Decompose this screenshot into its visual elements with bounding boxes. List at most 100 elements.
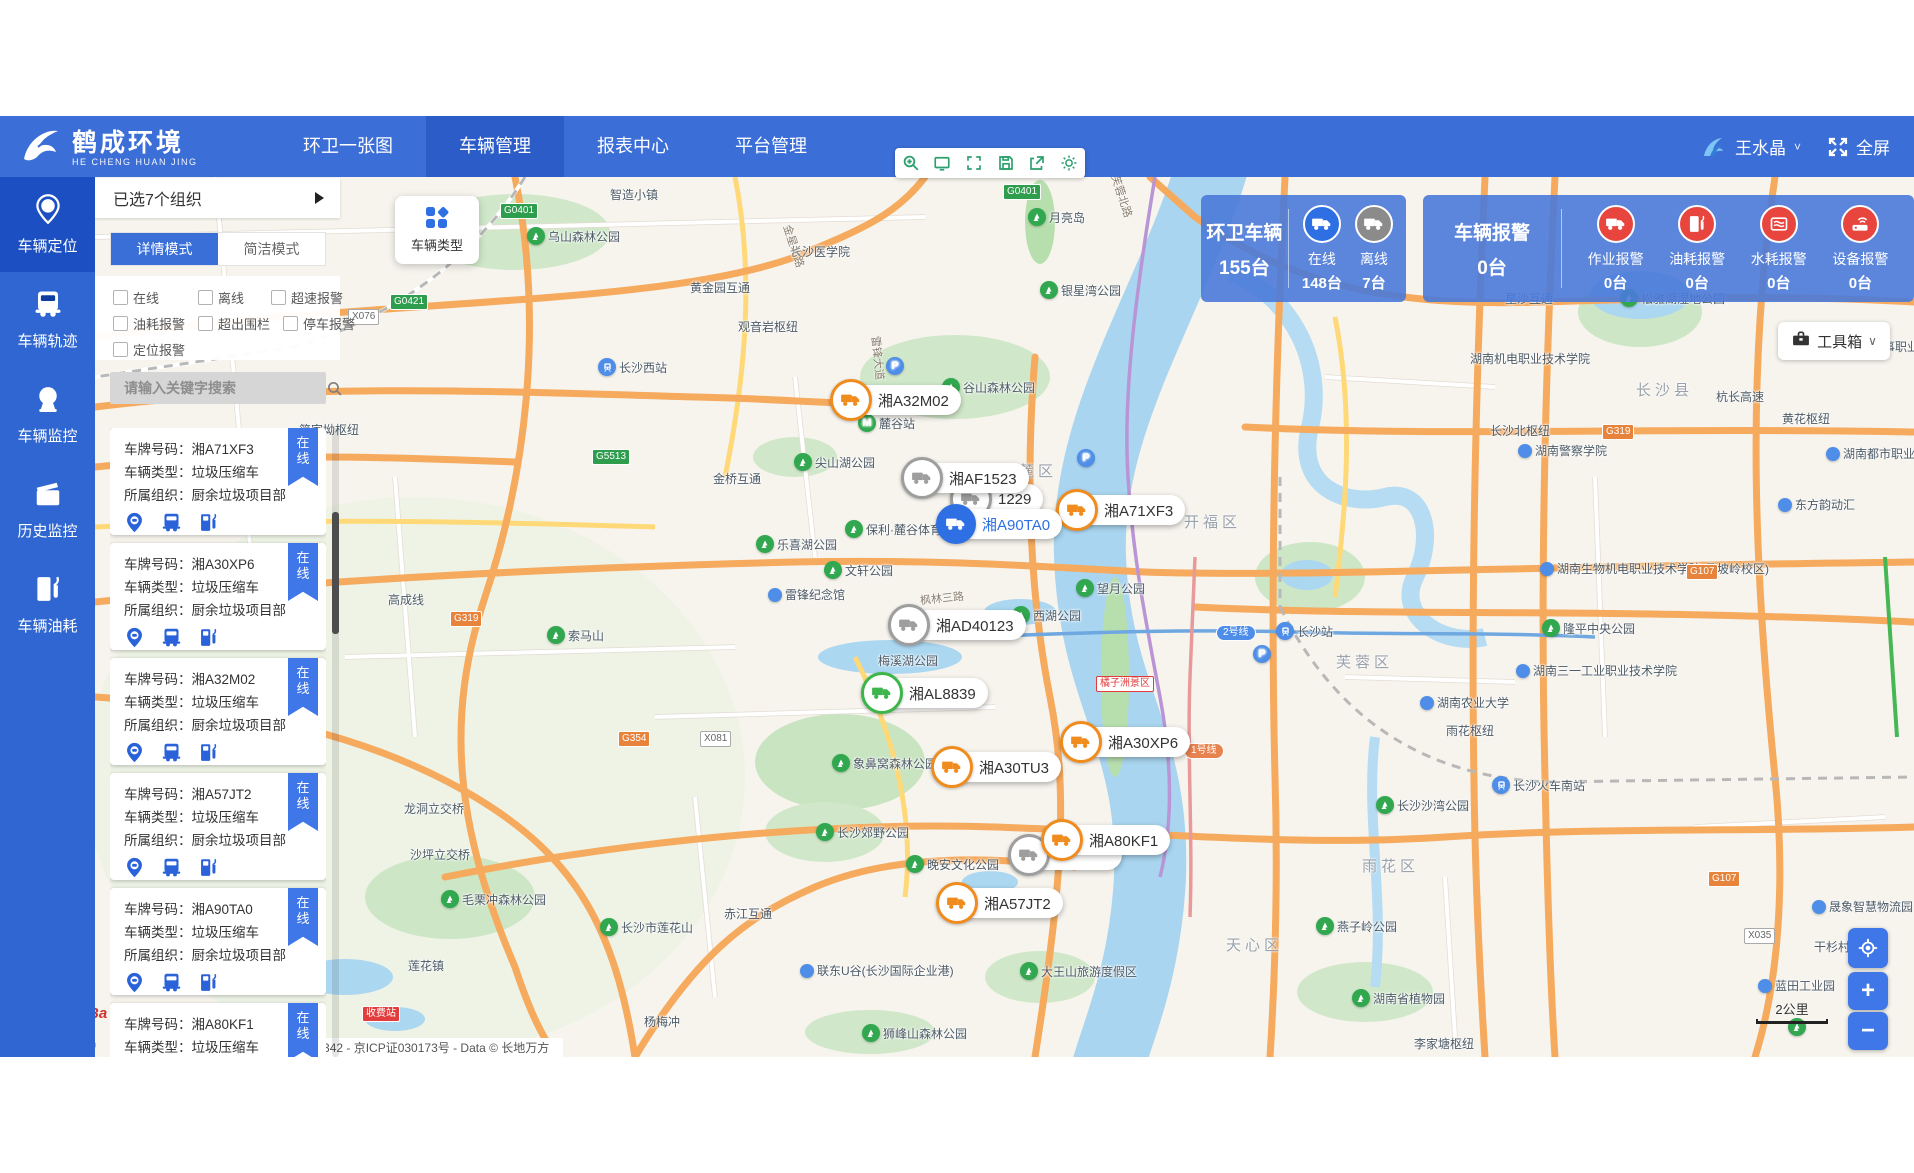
app-window: 智造小镇乌山森林公园长沙医学院黄金园互通月亮岛银星湾公园观音岩枢纽长沙西站谷山森…: [0, 0, 1914, 1173]
vehicle-card[interactable]: 车牌号码：湘A90TA0车辆类型：垃圾压缩车所属组织：厨余垃圾项目部在线: [110, 888, 326, 995]
vehicle-card[interactable]: 车牌号码：湘A71XF3车辆类型：垃圾压缩车所属组织：厨余垃圾项目部在线: [110, 428, 326, 535]
scrollbar-thumb[interactable]: [332, 512, 339, 634]
filter-定位报警[interactable]: 定位报警: [113, 340, 185, 359]
save-icon[interactable]: [997, 154, 1015, 172]
vehicle-marker-湘A90TA0[interactable]: 湘A90TA0: [938, 509, 1062, 539]
vehicle-card[interactable]: 车牌号码：湘A57JT2车辆类型：垃圾压缩车所属组织：厨余垃圾项目部在线: [110, 773, 326, 880]
track-icon[interactable]: [161, 972, 182, 993]
fuel-icon[interactable]: [198, 627, 219, 648]
fleet-count: 155台: [1219, 253, 1270, 280]
vehicle-marker-湘A32M02[interactable]: 湘A32M02: [832, 385, 961, 415]
track-icon[interactable]: [161, 857, 182, 878]
map-canvas[interactable]: 智造小镇乌山森林公园长沙医学院黄金园互通月亮岛银星湾公园观音岩枢纽长沙西站谷山森…: [95, 177, 1914, 1057]
marquee-icon[interactable]: [933, 154, 951, 172]
alarm-label: 油耗报警: [1669, 249, 1725, 269]
checkbox[interactable]: [198, 290, 213, 305]
nav-item-平台管理[interactable]: 平台管理: [702, 116, 840, 177]
filter-离线[interactable]: 离线: [198, 288, 244, 307]
track-icon[interactable]: [161, 742, 182, 763]
checkbox[interactable]: [198, 316, 213, 331]
marker-plate: 1229: [998, 491, 1031, 508]
sidebar-item-车辆油耗[interactable]: 车辆油耗: [0, 557, 95, 652]
search-input[interactable]: [110, 380, 326, 396]
filter-超速报警[interactable]: 超速报警: [271, 288, 343, 307]
vehicle-marker-湘A80KF1[interactable]: 湘A80KF1: [1043, 825, 1170, 855]
checkbox[interactable]: [113, 316, 128, 331]
zoom-out-button[interactable]: −: [1848, 1012, 1888, 1050]
filter-在线[interactable]: 在线: [113, 288, 159, 307]
expand-arrow-icon[interactable]: [315, 192, 324, 204]
filter-停车报警[interactable]: 停车报警: [283, 314, 355, 333]
track-icon[interactable]: [161, 512, 182, 533]
status-badge: 在线: [288, 1003, 318, 1057]
checkbox[interactable]: [283, 316, 298, 331]
vehicle-actions: [124, 627, 326, 648]
device-alarm-icon: [1841, 205, 1879, 243]
logo-subtitle: HE CHENG HUAN JING: [72, 157, 198, 167]
alarm-设备报警[interactable]: 设备报警0台: [1832, 205, 1888, 293]
vehicle-card[interactable]: 车牌号码：湘A80KF1车辆类型：垃圾压缩车所属组织：厨余垃圾项目部在线: [110, 1003, 326, 1057]
alarm-水耗报警[interactable]: 水耗报警0台: [1751, 205, 1807, 293]
filter-超出围栏[interactable]: 超出围栏: [198, 314, 270, 333]
sidebar-item-车辆定位[interactable]: 车辆定位: [0, 177, 95, 272]
vehicle-list[interactable]: 车牌号码：湘A71XF3车辆类型：垃圾压缩车所属组织：厨余垃圾项目部在线车牌号码…: [110, 428, 326, 1057]
share-icon[interactable]: [1028, 154, 1046, 172]
alarm-label: 设备报警: [1832, 249, 1888, 269]
nav-item-报表中心[interactable]: 报表中心: [564, 116, 702, 177]
expand-icon[interactable]: [965, 154, 983, 172]
offline-stat[interactable]: 离线 7台: [1355, 205, 1393, 293]
vehicle-type-button[interactable]: 车辆类型: [395, 196, 479, 264]
map-toolbar: [895, 148, 1085, 178]
sidebar-item-历史监控[interactable]: 历史监控: [0, 462, 95, 557]
locate-icon[interactable]: [124, 742, 145, 763]
vehicle-card[interactable]: 车牌号码：湘A32M02车辆类型：垃圾压缩车所属组织：厨余垃圾项目部在线: [110, 658, 326, 765]
vehicle-org: 所属组织：厨余垃圾项目部: [124, 599, 326, 622]
fullscreen-button[interactable]: 全屏: [1827, 134, 1890, 159]
vehicle-marker-湘A71XF3[interactable]: 湘A71XF3: [1058, 495, 1185, 525]
tab-简洁模式[interactable]: 简洁模式: [218, 233, 325, 265]
locate-icon[interactable]: [124, 512, 145, 533]
vehicle-marker-湘A30XP6[interactable]: 湘A30XP6: [1062, 727, 1190, 757]
marker-plate: 湘A80KF1: [1089, 830, 1158, 851]
online-stat[interactable]: 在线 148台: [1302, 205, 1342, 293]
sidebar-item-label: 车辆油耗: [0, 615, 95, 636]
fuel-icon[interactable]: [198, 742, 219, 763]
locate-icon[interactable]: [124, 972, 145, 993]
vehicle-marker-湘A57JT2[interactable]: 湘A57JT2: [938, 888, 1063, 918]
sidebar-item-车辆监控[interactable]: 车辆监控: [0, 367, 95, 462]
fuel-icon[interactable]: [198, 512, 219, 533]
zoom-search-icon[interactable]: [902, 154, 920, 172]
chevron-down-icon: ˅: [1794, 140, 1801, 154]
locate-icon[interactable]: [124, 857, 145, 878]
tab-详情模式[interactable]: 详情模式: [111, 233, 218, 265]
checkbox[interactable]: [113, 290, 128, 305]
nav-item-车辆管理[interactable]: 车辆管理: [426, 116, 564, 177]
locate-icon[interactable]: [124, 627, 145, 648]
checkbox[interactable]: [113, 342, 128, 357]
checkbox[interactable]: [271, 290, 286, 305]
nav-item-环卫一张图[interactable]: 环卫一张图: [270, 116, 426, 177]
fleet-stats-panel: 环卫车辆 155台 在线 148台 离线 7台: [1201, 195, 1406, 302]
zoom-in-button[interactable]: +: [1848, 972, 1888, 1010]
vehicle-marker-湘AF1523[interactable]: 湘AF1523: [903, 463, 1029, 493]
sidebar-item-车辆轨迹[interactable]: 车辆轨迹: [0, 272, 95, 367]
track-icon[interactable]: [161, 627, 182, 648]
fuel-icon[interactable]: [198, 972, 219, 993]
fuel-icon[interactable]: [198, 857, 219, 878]
vehicle-card[interactable]: 车牌号码：湘A30XP6车辆类型：垃圾压缩车所属组织：厨余垃圾项目部在线: [110, 543, 326, 650]
locate-button[interactable]: [1848, 928, 1888, 968]
user-menu[interactable]: 王水晶 ˅: [1700, 134, 1801, 160]
search-icon[interactable]: [326, 380, 343, 397]
filter-油耗报警[interactable]: 油耗报警: [113, 314, 185, 333]
vehicle-marker-湘AL8839[interactable]: 湘AL8839: [863, 678, 988, 708]
vehicle-marker-湘A30TU3[interactable]: 湘A30TU3: [933, 752, 1061, 782]
toolbox-button[interactable]: 工具箱 ∨: [1778, 322, 1890, 360]
user-name: 王水晶: [1735, 134, 1786, 159]
alarm-油耗报警[interactable]: 油耗报警0台: [1669, 205, 1725, 293]
left-sidebar: 车辆定位车辆轨迹车辆监控历史监控车辆油耗: [0, 177, 95, 1057]
vehicle-org: 所属组织：厨余垃圾项目部: [124, 944, 326, 967]
settings-icon[interactable]: [1060, 154, 1078, 172]
org-selector[interactable]: 已选7个组织: [95, 178, 340, 218]
vehicle-marker-湘AD40123[interactable]: 湘AD40123: [890, 610, 1026, 640]
alarm-作业报警[interactable]: 作业报警0台: [1588, 205, 1644, 293]
